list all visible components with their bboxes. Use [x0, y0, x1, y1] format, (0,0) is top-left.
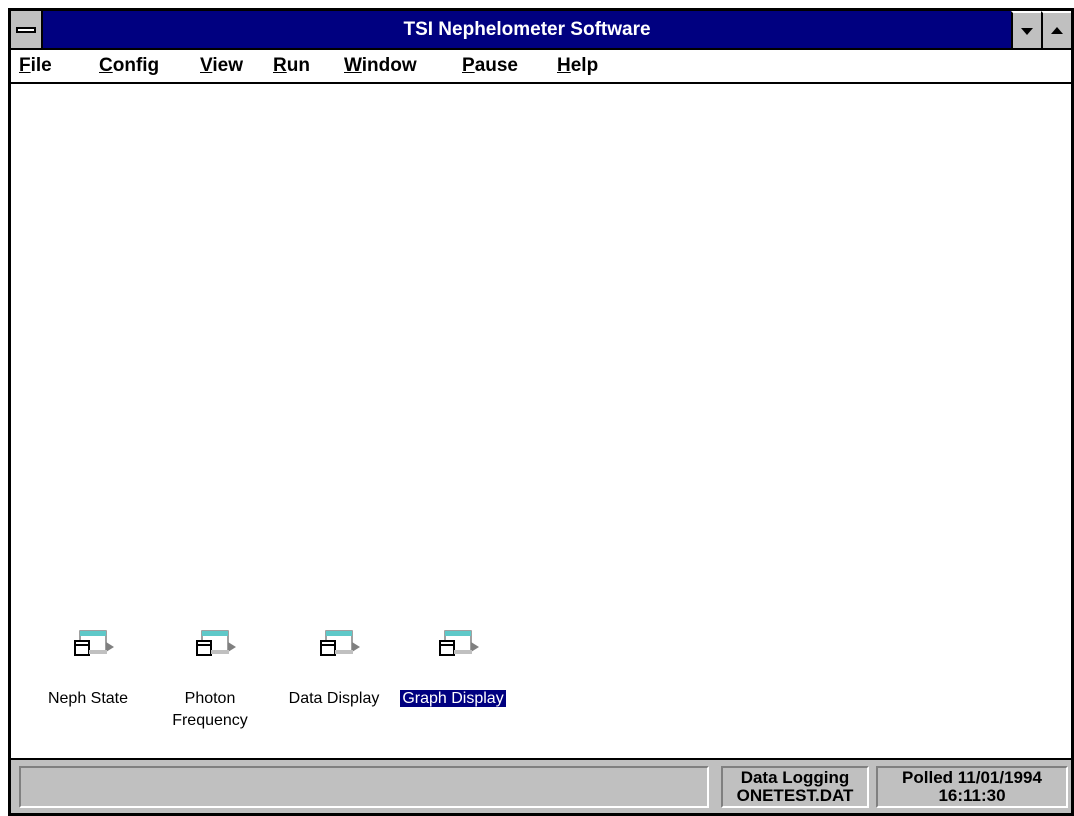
menu-file-label: ile [30, 55, 52, 76]
menu-pause[interactable]: Pause [456, 50, 524, 82]
data-logging-label: Data Logging [740, 768, 850, 787]
icon-label: Photon Frequency [172, 690, 248, 729]
maximize-triangle-icon [1051, 27, 1063, 34]
minimized-window-icon [320, 630, 360, 656]
menu-run-mnemonic: R [273, 55, 287, 76]
menu-help[interactable]: Help [551, 50, 604, 82]
status-message-panel [19, 766, 709, 808]
menu-window-label: indow [361, 55, 417, 76]
menu-help-mnemonic: H [557, 55, 571, 76]
mdi-client-area[interactable]: Neph State Photon Frequency Data Display… [11, 84, 1071, 758]
system-menu-button[interactable] [11, 11, 43, 48]
menu-pause-mnemonic: P [462, 55, 475, 76]
status-bar: Data Logging ONETEST.DAT Polled 11/01/19… [11, 758, 1071, 813]
menu-config-label: onfig [112, 55, 160, 76]
menu-view-label: iew [212, 55, 243, 76]
maximize-button[interactable] [1041, 11, 1071, 48]
minimized-window-icon [74, 630, 114, 656]
minimized-window-icon [439, 630, 479, 656]
icon-label: Graph Display [400, 690, 506, 707]
system-menu-icon [16, 27, 36, 33]
icon-label: Neph State [47, 690, 129, 707]
menu-pause-label: ause [474, 55, 518, 76]
menu-view-mnemonic: V [200, 55, 213, 76]
menu-config-mnemonic: C [99, 55, 113, 76]
minimize-triangle-icon [1021, 28, 1033, 35]
menu-run[interactable]: Run [267, 50, 316, 82]
data-logging-file: ONETEST.DAT [736, 786, 854, 805]
title-bar[interactable]: TSI Nephelometer Software [11, 11, 1071, 50]
menu-window-mnemonic: W [344, 55, 362, 76]
polled-date: Polled 11/01/1994 [902, 768, 1042, 787]
polled-panel: Polled 11/01/1994 16:11:30 [876, 766, 1068, 808]
menu-file[interactable]: File [13, 50, 58, 82]
menu-run-label: un [286, 55, 310, 76]
minimize-button[interactable] [1011, 11, 1041, 48]
minimized-window-icon [196, 630, 236, 656]
polled-time: 16:11:30 [938, 786, 1006, 805]
app-window: TSI Nephelometer Software File Config Vi… [8, 8, 1074, 816]
data-logging-panel: Data Logging ONETEST.DAT [721, 766, 869, 808]
menu-file-mnemonic: F [19, 55, 31, 76]
icon-label: Data Display [288, 690, 380, 707]
menu-window[interactable]: Window [338, 50, 423, 82]
window-title: TSI Nephelometer Software [403, 19, 651, 40]
menu-help-label: elp [570, 55, 599, 76]
menu-view[interactable]: View [194, 50, 249, 82]
menu-bar: File Config View Run Window Pause Help [11, 50, 1071, 84]
menu-config[interactable]: Config [93, 50, 165, 82]
